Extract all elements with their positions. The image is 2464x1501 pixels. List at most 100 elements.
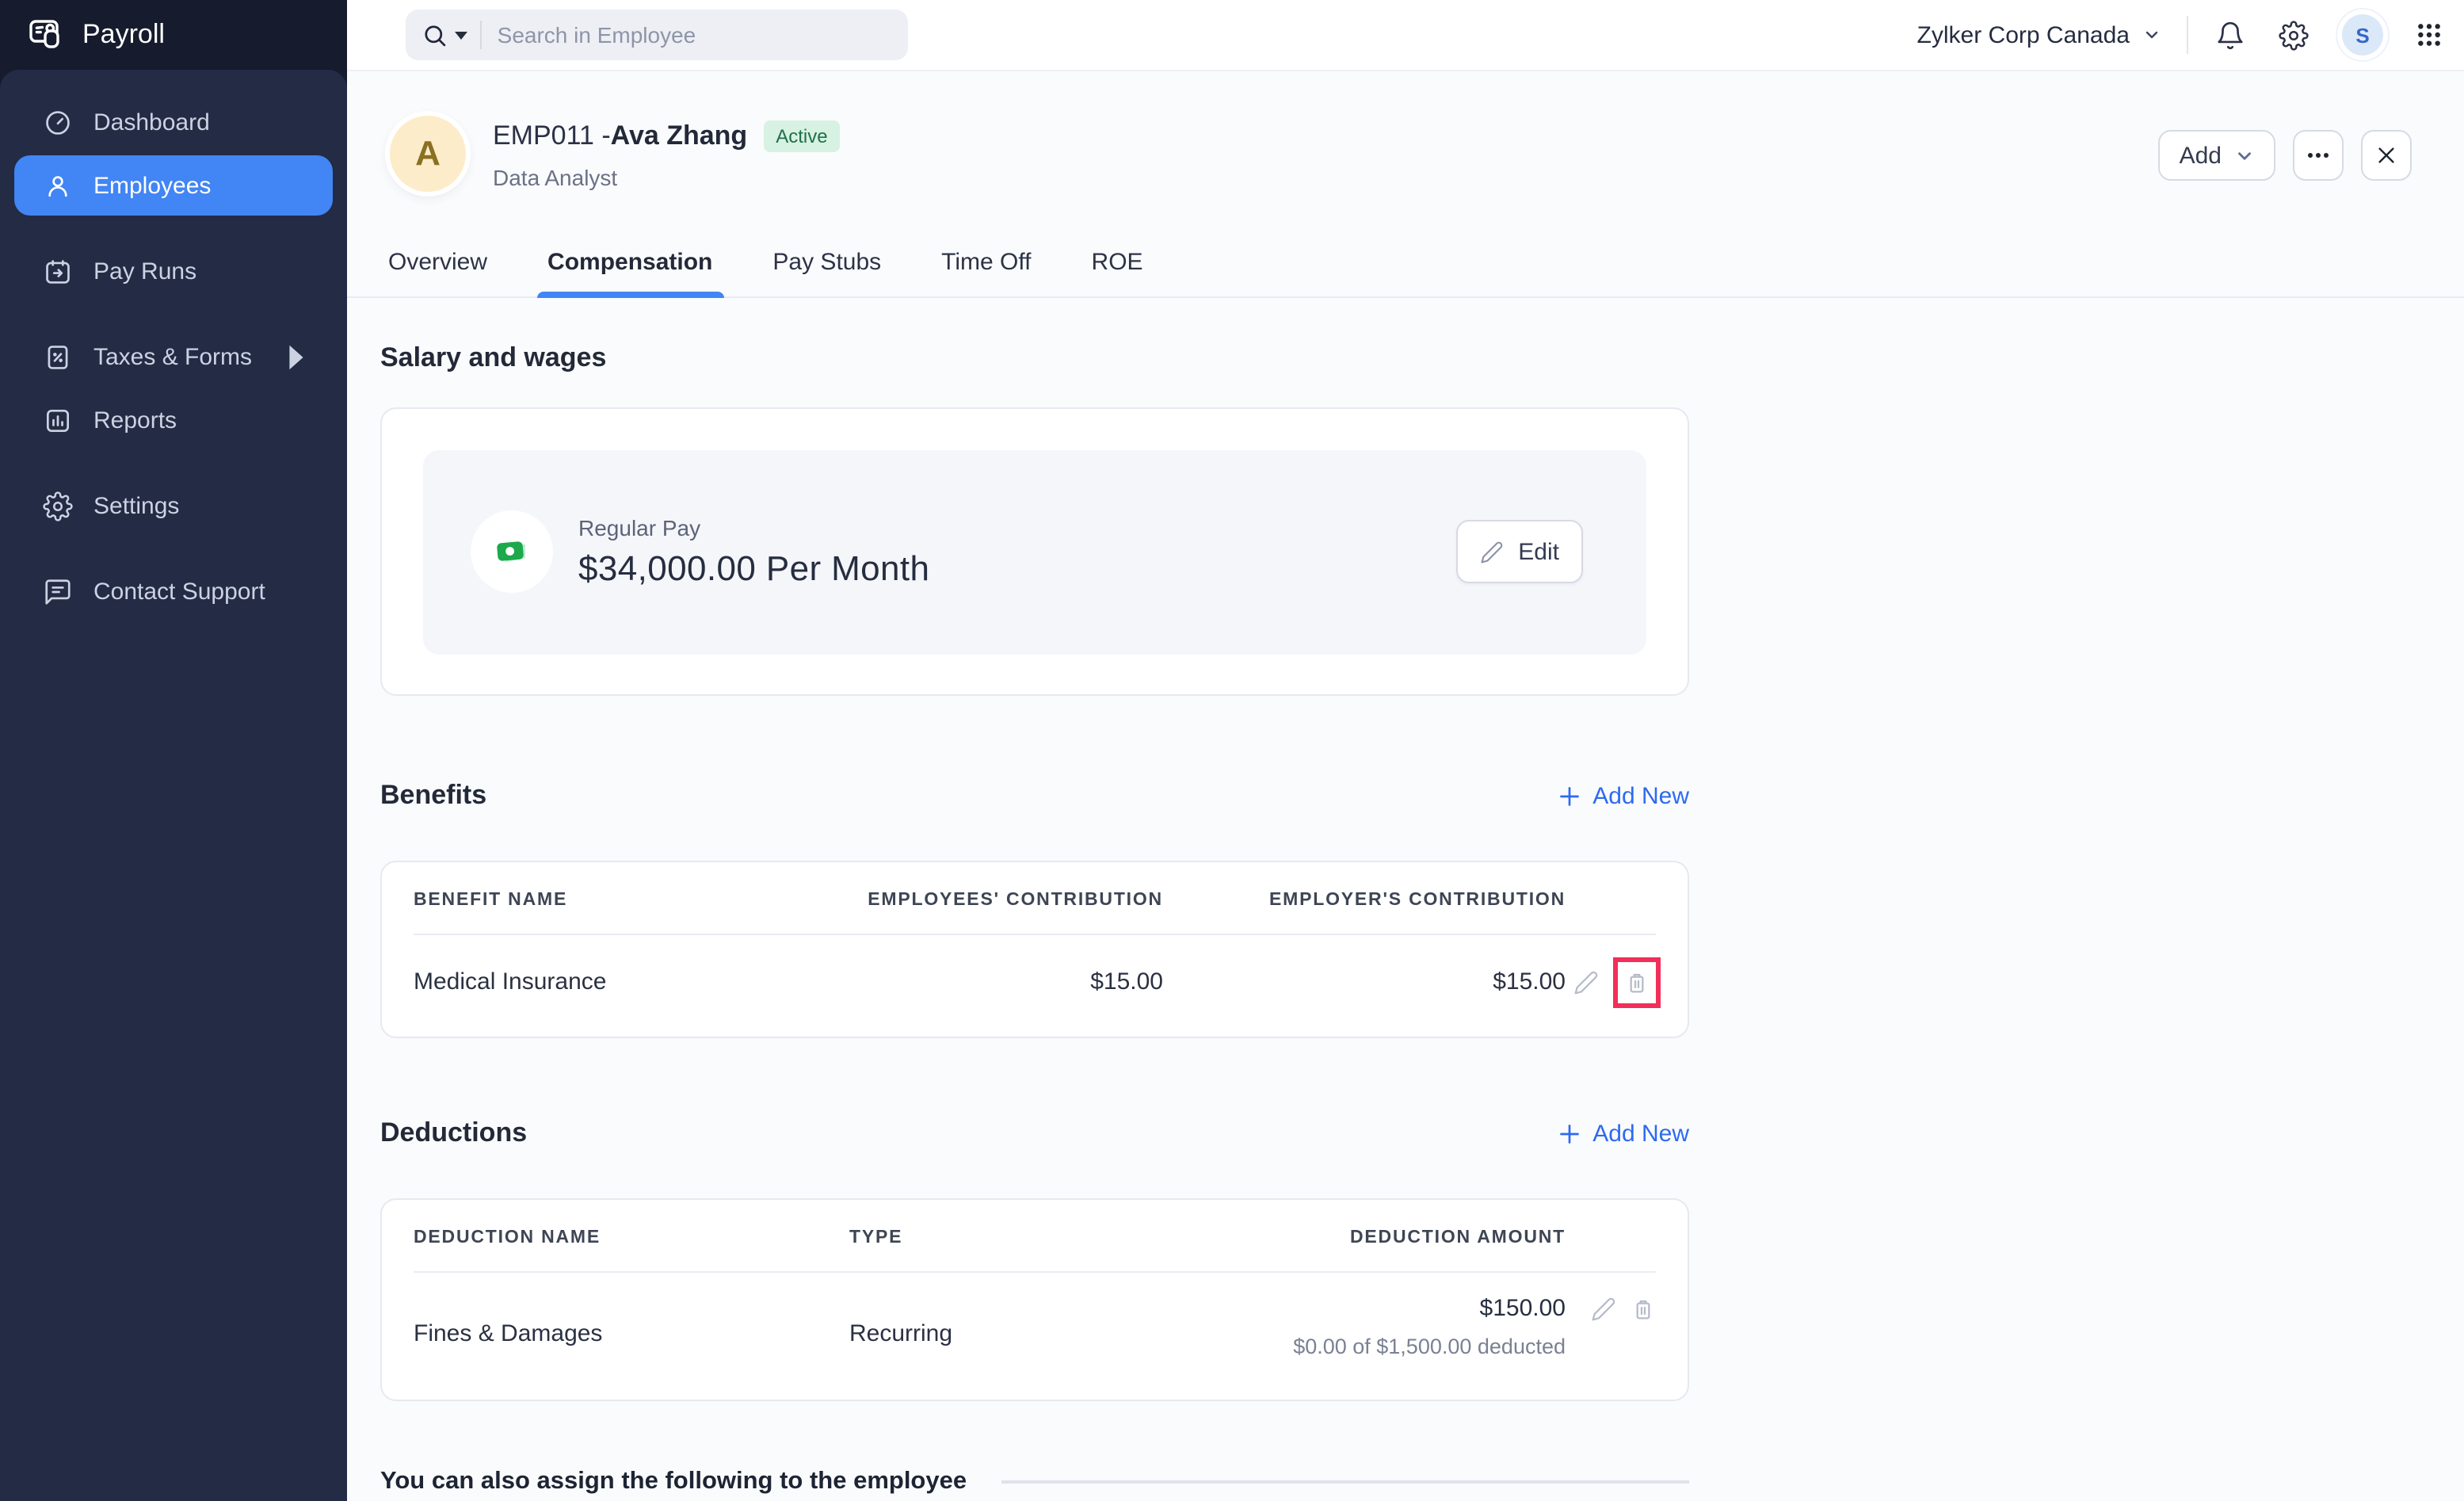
employee-title: EMP011 - Ava Zhang Active	[493, 120, 841, 152]
topbar-divider	[2187, 16, 2188, 54]
employee-designation: Data Analyst	[493, 165, 618, 190]
pencil-icon	[1480, 540, 1504, 563]
sidebar-item-label: Settings	[93, 492, 180, 519]
plus-icon	[1558, 784, 1581, 808]
assign-text: You can also assign the following to the…	[380, 1468, 967, 1495]
sidebar-item-contact-support[interactable]: Contact Support	[14, 561, 333, 621]
employees-icon	[43, 170, 73, 201]
user-avatar-initial: S	[2355, 23, 2370, 47]
ellipsis-icon	[2307, 152, 2329, 159]
pay-runs-icon	[43, 256, 73, 286]
deduction-name: Fines & Damages	[414, 1320, 603, 1348]
salary-section-title: Salary and wages	[380, 342, 607, 372]
add-new-label: Add New	[1592, 1120, 1689, 1148]
benefits-section-title: Benefits	[380, 780, 487, 811]
regular-pay-panel: Regular Pay $34,000.00 Per Month Edit	[423, 449, 1646, 654]
deductions-section-title: Deductions	[380, 1117, 528, 1148]
sidebar-item-reports[interactable]: Reports	[14, 390, 333, 450]
sidebar-item-label: Taxes & Forms	[93, 343, 253, 370]
sidebar-item-pay-runs[interactable]: Pay Runs	[14, 241, 333, 301]
sidebar-item-label: Employees	[93, 172, 212, 199]
employee-avatar: A	[390, 116, 466, 192]
benefits-col-name: BENEFIT NAME	[414, 891, 568, 911]
benefit-row: Medical Insurance $15.00 $15.00	[414, 935, 1661, 1008]
add-button[interactable]: Add	[2158, 130, 2275, 181]
delete-benefit-button[interactable]	[1624, 969, 1650, 995]
employee-name: Ava Zhang	[610, 120, 748, 151]
search-icon[interactable]	[421, 21, 467, 48]
gear-icon	[43, 491, 73, 521]
edit-benefit-button[interactable]	[1573, 969, 1599, 995]
pay-name: Regular Pay	[578, 514, 701, 540]
chevron-down-icon	[2142, 25, 2161, 44]
sidebar-item-taxes-forms[interactable]: Taxes & Forms	[14, 327, 333, 387]
user-avatar[interactable]: S	[2342, 14, 2383, 55]
org-selector[interactable]: Zylker Corp Canada	[1917, 21, 2161, 48]
tab-roe[interactable]: ROE	[1090, 249, 1145, 296]
benefit-employees-contribution: $15.00	[1090, 968, 1163, 996]
tab-time-off[interactable]: Time Off	[940, 249, 1032, 296]
app-window: Payroll Dashboard Employees Pay Runs Tax…	[0, 0, 2464, 1501]
benefit-employers-contribution: $15.00	[1493, 968, 1566, 996]
edit-salary-button[interactable]: Edit	[1456, 520, 1583, 583]
sidebar-item-settings[interactable]: Settings	[14, 476, 333, 536]
plus-icon	[1558, 1122, 1581, 1146]
pencil-icon	[1591, 1297, 1616, 1323]
sidebar-item-dashboard[interactable]: Dashboard	[14, 92, 333, 152]
add-button-label: Add	[2179, 142, 2222, 169]
sidebar-nav: Dashboard Employees Pay Runs Taxes & For…	[0, 70, 347, 1501]
deduction-amount: $150.00	[1479, 1295, 1566, 1323]
dashboard-icon	[43, 107, 73, 137]
add-new-label: Add New	[1592, 782, 1689, 810]
more-options-button[interactable]	[2293, 130, 2344, 181]
chevron-right-icon	[280, 342, 311, 372]
sidebar-item-label: Dashboard	[93, 109, 210, 136]
benefit-name: Medical Insurance	[414, 968, 607, 996]
edit-deduction-button[interactable]	[1591, 1297, 1616, 1323]
employee-header: A EMP011 - Ava Zhang Active Data Analyst…	[380, 70, 2412, 192]
benefits-table: BENEFIT NAME EMPLOYEES' CONTRIBUTION EMP…	[380, 861, 1689, 1039]
apps-grid-icon[interactable]	[2416, 22, 2442, 48]
sidebar-item-label: Contact Support	[93, 578, 265, 605]
search-scope-caret-icon[interactable]	[455, 31, 467, 39]
deduction-type: Recurring	[849, 1320, 953, 1348]
trash-icon	[1624, 969, 1650, 995]
sidebar-item-label: Pay Runs	[93, 258, 197, 285]
deduction-progress: $0.00 of $1,500.00 deducted	[1293, 1335, 1566, 1359]
search-divider	[480, 21, 482, 49]
main-content: A EMP011 - Ava Zhang Active Data Analyst…	[347, 70, 2464, 1501]
sidebar: Payroll Dashboard Employees Pay Runs Tax…	[0, 0, 347, 1501]
payroll-logo-icon	[27, 16, 65, 54]
notifications-bell-icon[interactable]	[2215, 20, 2245, 50]
edit-button-label: Edit	[1518, 538, 1559, 565]
assign-divider-line	[1001, 1480, 1689, 1484]
assign-section: You can also assign the following to the…	[380, 1469, 1689, 1497]
deductions-col-amount: DEDUCTION AMOUNT	[1350, 1228, 1566, 1248]
tab-overview[interactable]: Overview	[387, 249, 489, 296]
sidebar-item-employees[interactable]: Employees	[14, 155, 333, 216]
annotation-highlight-box	[1613, 957, 1661, 1008]
app-title: Payroll	[82, 19, 165, 49]
global-search[interactable]	[406, 10, 908, 60]
deductions-table: DEDUCTION NAME TYPE DEDUCTION AMOUNT Fin…	[380, 1198, 1689, 1402]
benefits-add-new-link[interactable]: Add New	[1558, 782, 1689, 809]
deductions-add-new-link[interactable]: Add New	[1558, 1121, 1689, 1148]
search-input[interactable]	[494, 21, 892, 49]
salary-card: Regular Pay $34,000.00 Per Month Edit	[380, 407, 1689, 696]
deductions-col-type: TYPE	[849, 1228, 903, 1248]
app-logo: Payroll	[0, 0, 347, 70]
pencil-icon	[1573, 969, 1599, 995]
delete-deduction-button[interactable]	[1631, 1297, 1656, 1323]
close-icon	[2375, 144, 2397, 166]
benefits-col-employers-contribution: EMPLOYER'S CONTRIBUTION	[1269, 891, 1566, 911]
deduction-row: Fines & Damages Recurring $150.00 $0.00 …	[414, 1274, 1656, 1359]
chevron-down-icon	[2234, 145, 2255, 166]
deductions-col-name: DEDUCTION NAME	[414, 1228, 601, 1248]
tab-pay-stubs[interactable]: Pay Stubs	[771, 249, 883, 296]
sidebar-item-label: Reports	[93, 407, 177, 433]
settings-gear-icon[interactable]	[2279, 20, 2309, 50]
close-button[interactable]	[2361, 130, 2412, 181]
chat-bubble-icon	[43, 576, 73, 606]
tab-compensation[interactable]: Compensation	[536, 249, 724, 298]
trash-icon	[1631, 1297, 1656, 1323]
